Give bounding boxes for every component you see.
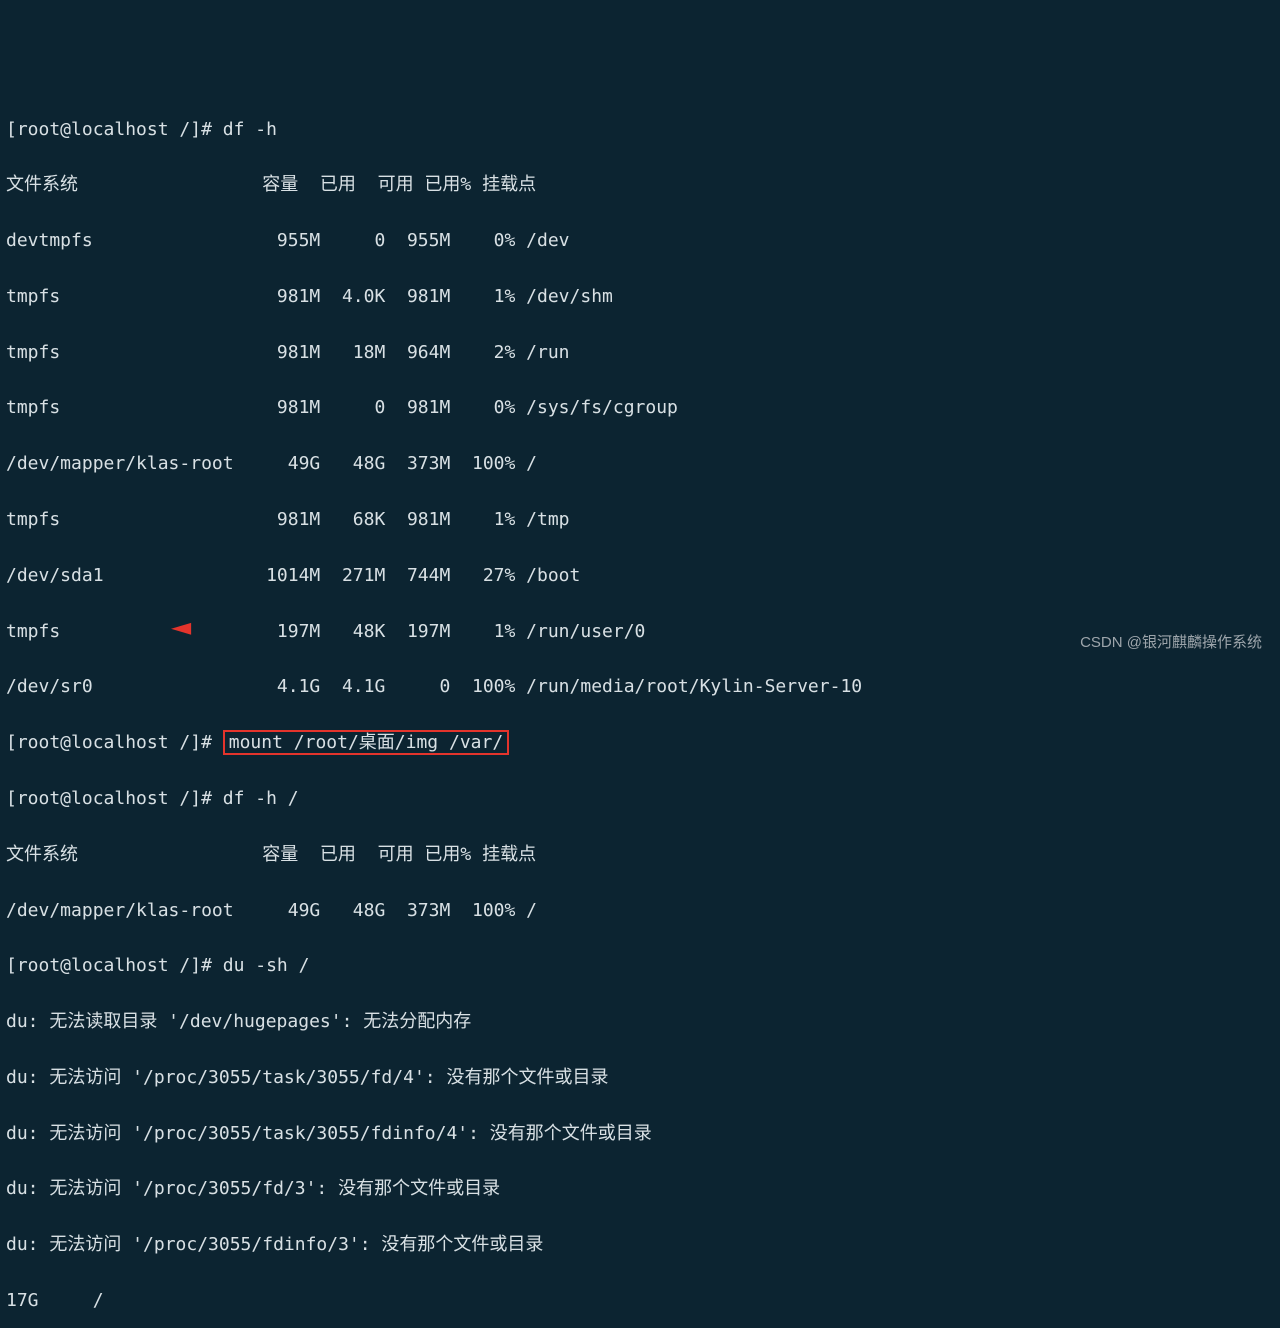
df-row: /dev/mapper/klas-root 49G 48G 373M 100% … [6, 450, 1274, 478]
df-header: 文件系统 容量 已用 可用 已用% 挂载点 [6, 171, 1274, 199]
prompt: [root@localhost /]# [6, 119, 223, 140]
du-row: 17G / [6, 1287, 1274, 1315]
prompt-line: [root@localhost /]# df -h [6, 116, 1274, 144]
df-header: 文件系统 容量 已用 可用 已用% 挂载点 [6, 841, 1274, 869]
df-row: devtmpfs 955M 0 955M 0% /dev [6, 227, 1274, 255]
df-row: /dev/sda1 1014M 271M 744M 27% /boot [6, 562, 1274, 590]
prompt-line: [root@localhost /]# du -sh / [6, 952, 1274, 980]
prompt: [root@localhost /]# [6, 955, 223, 976]
df-row: tmpfs 981M 4.0K 981M 1% /dev/shm [6, 283, 1274, 311]
prompt: [root@localhost /]# [6, 732, 223, 753]
du-row: du: 无法访问 '/proc/3055/task/3055/fdinfo/4'… [6, 1120, 1274, 1148]
prompt-line-mount: [root@localhost /]# mount /root/桌面/img /… [6, 729, 1274, 757]
prompt-line: [root@localhost /]# df -h / [6, 785, 1274, 813]
arrow-icon: ◀ [171, 612, 191, 643]
df-row: tmpfs 981M 68K 981M 1% /tmp [6, 506, 1274, 534]
du-row: du: 无法访问 '/proc/3055/task/3055/fd/4': 没有… [6, 1064, 1274, 1092]
mount-command-highlighted: mount /root/桌面/img /var/ [223, 730, 509, 755]
command-du: du -sh / [223, 955, 310, 976]
command-df: df -h [223, 119, 277, 140]
command-df-root: df -h / [223, 788, 299, 809]
df-row: /dev/sr0 4.1G 4.1G 0 100% /run/media/roo… [6, 673, 1274, 701]
du-row: du: 无法读取目录 '/dev/hugepages': 无法分配内存 [6, 1008, 1274, 1036]
df-row: tmpfs 981M 18M 964M 2% /run [6, 339, 1274, 367]
watermark: CSDN @银河麒麟操作系统 [1080, 631, 1262, 654]
prompt: [root@localhost /]# [6, 788, 223, 809]
du-row: du: 无法访问 '/proc/3055/fd/3': 没有那个文件或目录 [6, 1175, 1274, 1203]
du-row: du: 无法访问 '/proc/3055/fdinfo/3': 没有那个文件或目… [6, 1231, 1274, 1259]
df-row: tmpfs 981M 0 981M 0% /sys/fs/cgroup [6, 394, 1274, 422]
df-row: /dev/mapper/klas-root 49G 48G 373M 100% … [6, 897, 1274, 925]
